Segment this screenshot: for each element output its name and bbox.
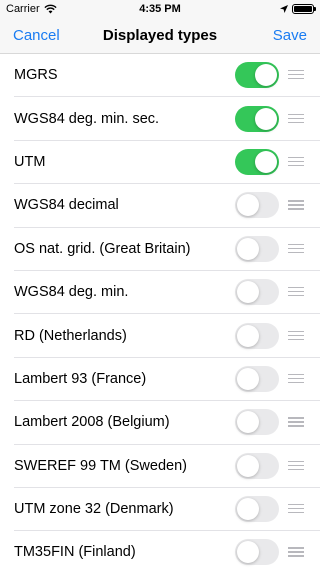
list-item-label: Lambert 93 (France) (14, 370, 147, 387)
list-item-label: OS nat. grid. (Great Britain) (14, 240, 191, 257)
list-item: Lambert 2008 (Belgium) (14, 401, 320, 445)
list-item: Lambert 93 (France) (14, 358, 320, 402)
toggle-knob (255, 150, 277, 173)
enable-toggle[interactable] (235, 105, 279, 132)
toggle-knob (237, 498, 259, 521)
list-item-label: WGS84 deg. min. sec. (14, 110, 160, 127)
toggle-knob (237, 367, 259, 390)
reorder-handle-icon[interactable] (288, 547, 304, 557)
toggle-knob (237, 194, 259, 217)
reorder-handle-icon[interactable] (288, 504, 304, 514)
list-item: MGRS (14, 54, 320, 98)
reorder-handle-icon[interactable] (288, 156, 304, 167)
enable-toggle[interactable] (235, 365, 279, 392)
list-item: UTM (14, 141, 320, 185)
toggle-knob (237, 541, 259, 564)
list-item: UTM zone 32 (Denmark) (14, 488, 320, 532)
toggle-knob (255, 64, 277, 87)
list-item-label: UTM zone 32 (Denmark) (14, 501, 174, 518)
list-item-label: WGS84 deg. min. (14, 284, 129, 301)
navigation-bar: Cancel Displayed types Save (0, 20, 320, 54)
reorder-handle-icon[interactable] (288, 417, 304, 427)
toggle-knob (255, 107, 277, 130)
list-item-label: SWEREF 99 TM (Sweden) (14, 457, 187, 474)
reorder-handle-icon[interactable] (288, 243, 304, 254)
reorder-handle-icon[interactable] (288, 330, 304, 341)
reorder-handle-icon[interactable] (288, 460, 304, 471)
reorder-handle-icon[interactable] (288, 373, 304, 384)
list-item: WGS84 deg. min. sec. (14, 97, 320, 141)
reorder-handle-icon[interactable] (288, 200, 304, 210)
types-list: MGRS WGS84 deg. min. sec. UTM WGS84 decimal… (0, 54, 320, 568)
list-item-label: RD (Netherlands) (14, 327, 127, 344)
reorder-handle-icon[interactable] (288, 70, 304, 80)
list-item: SWEREF 99 TM (Sweden) (14, 445, 320, 488)
status-right (280, 4, 316, 14)
list-item-label: MGRS (14, 67, 58, 84)
enable-toggle[interactable] (235, 192, 279, 219)
enable-toggle[interactable] (235, 322, 279, 349)
list-item: TM35FIN (Finland) (14, 531, 320, 568)
location-arrow-icon (280, 5, 288, 13)
list-item: WGS84 decimal (14, 184, 320, 228)
enable-toggle[interactable] (235, 496, 279, 523)
enable-toggle[interactable] (235, 235, 279, 262)
reorder-handle-icon[interactable] (288, 113, 304, 124)
toggle-knob (237, 324, 259, 347)
status-time: 4:35 PM (139, 3, 181, 15)
toggle-knob (237, 454, 259, 477)
enable-toggle[interactable] (235, 148, 279, 175)
list-item-label: UTM (14, 153, 46, 170)
enable-toggle[interactable] (235, 279, 279, 306)
enable-toggle[interactable] (235, 539, 279, 566)
status-bar: Carrier 4:35 PM (0, 0, 320, 20)
list-item-label: Lambert 2008 (Belgium) (14, 414, 170, 431)
list-item: OS nat. grid. (Great Britain) (14, 228, 320, 271)
list-item-label: TM35FIN (Finland) (14, 544, 136, 561)
list-item: WGS84 deg. min. (14, 271, 320, 315)
save-button[interactable]: Save (273, 27, 307, 44)
enable-toggle[interactable] (235, 452, 279, 479)
enable-toggle[interactable] (235, 62, 279, 89)
toggle-knob (237, 281, 259, 304)
reorder-handle-icon[interactable] (288, 287, 304, 297)
battery-icon (292, 4, 316, 14)
list-item-label: WGS84 decimal (14, 197, 119, 214)
toggle-knob (237, 411, 259, 434)
list-item: RD (Netherlands) (14, 314, 320, 358)
toggle-knob (237, 237, 259, 260)
enable-toggle[interactable] (235, 409, 279, 436)
